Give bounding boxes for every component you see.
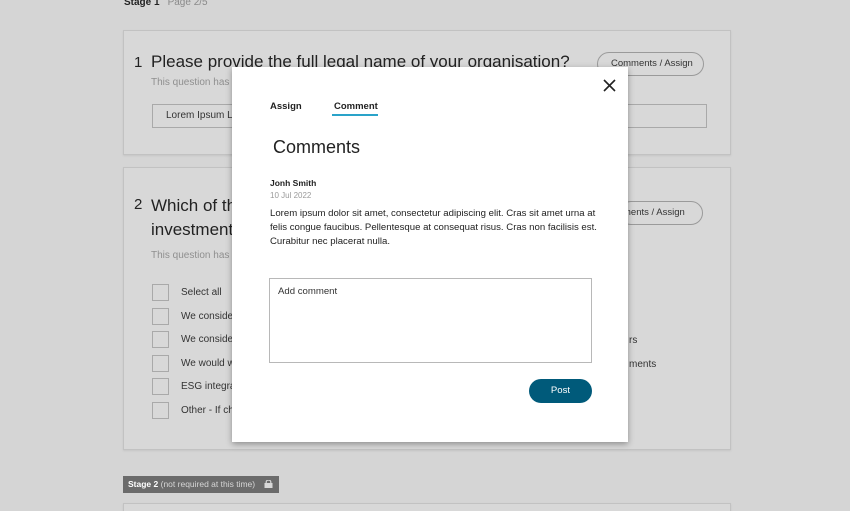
question-number: 1 xyxy=(134,54,143,71)
close-icon[interactable] xyxy=(602,78,617,93)
tab-assign[interactable]: Assign xyxy=(270,101,302,112)
comments-assign-button[interactable]: ments / Assign xyxy=(619,201,703,225)
question-subtitle: This question has b xyxy=(151,250,238,261)
option-label: Select all xyxy=(181,287,222,298)
question-title-line2: investment xyxy=(151,220,234,239)
tab-comment[interactable]: Comment xyxy=(334,101,378,112)
page-indicator: Page 2/5 xyxy=(167,0,208,8)
option-label: We consider xyxy=(181,334,237,345)
question-number: 2 xyxy=(134,196,143,213)
comment-author: Jonh Smith xyxy=(270,178,317,188)
checkbox[interactable] xyxy=(152,378,169,395)
checkbox[interactable] xyxy=(152,402,169,419)
question-card-3 xyxy=(123,503,731,511)
option-label: We would wi xyxy=(181,358,237,369)
question-subtitle: This question has b xyxy=(151,77,238,88)
stage-2-bar: Stage 2 (not required at this time) xyxy=(123,476,279,493)
option-label-tail: ments xyxy=(629,359,657,370)
option-label: ESG integrat xyxy=(181,381,239,392)
comments-modal: Assign Comment Comments Jonh Smith 10 Ju… xyxy=(232,67,628,442)
option-label: We consider xyxy=(181,311,237,322)
post-button[interactable]: Post xyxy=(529,379,592,403)
question-title-line1: Which of th xyxy=(151,196,237,215)
comment-body: Lorem ipsum dolor sit amet, consectetur … xyxy=(270,208,597,247)
modal-title: Comments xyxy=(273,137,361,157)
stage-2-label: Stage 2 xyxy=(128,479,159,489)
active-tab-indicator xyxy=(332,114,378,116)
option-label: Other - If cho xyxy=(181,405,240,416)
checkbox[interactable] xyxy=(152,355,169,372)
checkbox[interactable] xyxy=(152,284,169,301)
option-label-tail: rs xyxy=(629,335,638,346)
lock-icon xyxy=(264,480,273,488)
checkbox[interactable] xyxy=(152,308,169,325)
checkbox[interactable] xyxy=(152,331,169,348)
stage-label: Stage 1 xyxy=(124,0,160,8)
stage-header: Stage 1 Page 2/5 xyxy=(124,0,208,8)
add-comment-textarea[interactable]: Add comment xyxy=(269,278,592,363)
comment-date: 10 Jul 2022 xyxy=(270,191,312,200)
stage-2-note: (not required at this time) xyxy=(160,479,256,489)
